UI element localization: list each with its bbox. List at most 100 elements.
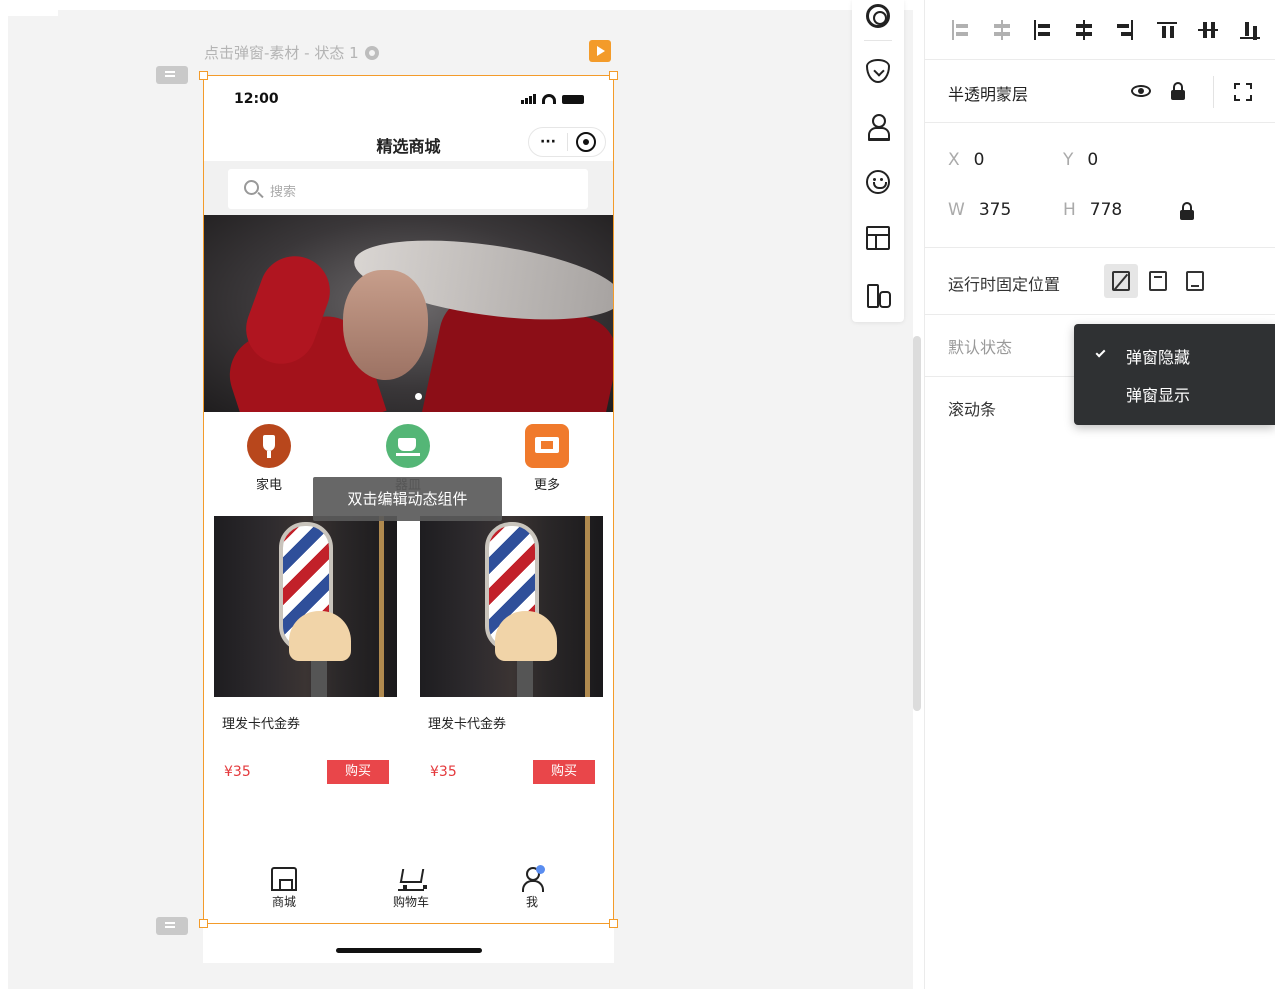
product-image [420,516,603,697]
category-label: 家电 [255,478,282,493]
component-tool-icon[interactable] [866,59,890,83]
pin-none-button[interactable] [1104,264,1138,298]
search-bar: 搜索 [203,161,614,215]
search-placeholder: 搜索 [270,185,297,200]
layout-tool-icon[interactable] [866,226,890,250]
canvas-corner [8,10,58,16]
fit-frame-icon[interactable] [1234,83,1252,101]
align-middle-icon[interactable] [1198,20,1218,40]
frame-title[interactable]: 点击弹窗-素材 - 状态 1 [204,42,379,63]
distribute-horizontal-icon[interactable] [992,20,1012,40]
gear-icon[interactable] [364,45,379,60]
banner-image[interactable] [203,215,614,412]
plug-icon [247,424,291,468]
geometry-section: X0 Y0 W 375 H 778 [925,123,1275,248]
canvas-scrollbar[interactable] [913,336,921,711]
hotspot-tool-icon[interactable] [866,4,890,28]
default-state-label: 默认状态 [948,338,1013,357]
buy-button[interactable]: 购买 [327,760,389,784]
fixed-position-label: 运行时固定位置 [948,275,1061,294]
resize-handle-br[interactable] [609,919,618,928]
search-icon [244,180,259,195]
y-field[interactable]: Y0 [1063,150,1098,170]
properties-panel: 半透明蒙层 X0 Y0 W 375 H 778 运行时固定位置 默认状态 滚动条 [924,0,1275,989]
default-state-dropdown[interactable]: 弹窗隐藏 弹窗显示 [1074,324,1275,425]
pin-bottom-button[interactable] [1178,264,1212,298]
home-indicator [336,948,482,953]
align-right-icon[interactable] [1115,20,1135,40]
frame-title-text: 点击弹窗-素材 - 状态 1 [204,44,359,62]
frame-handle-bottom[interactable] [156,917,188,935]
capsule-divider [567,133,568,151]
tab-store[interactable]: 商城 [249,867,319,910]
component-toolbar [852,0,904,322]
height-value: 778 [1089,200,1123,220]
product-price: ¥35 [430,764,457,780]
more-icon [525,424,569,468]
align-top-icon[interactable] [1157,20,1177,40]
align-bottom-icon[interactable] [1240,20,1260,40]
resize-handle-bl[interactable] [199,919,208,928]
cart-icon [398,867,427,891]
lock-icon[interactable] [1171,82,1185,100]
scrollbar-label: 滚动条 [948,400,997,419]
category-appliance[interactable]: 家电 [239,424,299,493]
aspect-lock-icon[interactable] [1180,202,1194,220]
canvas-top-strip [8,0,913,10]
category-label: 更多 [533,478,560,493]
product-footer: ¥35 购买 [214,760,397,786]
align-center-icon[interactable] [1074,20,1094,40]
category-more[interactable]: 更多 [517,424,577,493]
status-time: 12:00 [234,91,279,107]
divider [1213,76,1214,108]
pin-top-button[interactable] [1141,264,1175,298]
close-target-icon[interactable] [576,132,596,152]
banner-indicator-dot[interactable] [415,393,422,400]
nav-bar: 精选商城 ··· [203,121,614,161]
distribute-vertical-icon[interactable] [950,20,970,40]
person-icon [519,865,545,892]
product-name: 理发卡代金券 [222,717,301,732]
mini-program-capsule[interactable]: ··· [528,127,606,157]
chart-tool-icon[interactable] [866,282,891,308]
product-card[interactable]: 理发卡代金券 ¥35 购买 [214,516,397,798]
preview-play-button[interactable] [589,40,611,62]
store-icon [271,867,297,891]
emoji-tool-icon[interactable] [866,170,890,194]
frame-handle-top[interactable] [156,66,188,84]
signal-icon [521,94,536,104]
tab-cart[interactable]: 购物车 [376,867,446,910]
width-field[interactable]: W 375 [948,200,1011,220]
resize-handle-tl[interactable] [199,71,208,80]
search-input[interactable]: 搜索 [228,169,588,209]
align-left-icon[interactable] [1032,20,1052,40]
buy-button[interactable]: 购买 [533,760,595,784]
y-value: 0 [1087,150,1099,170]
dropdown-option-shown[interactable]: 弹窗显示 [1126,382,1190,406]
tab-label: 我 [525,895,538,909]
dropdown-option-hidden[interactable]: 弹窗隐藏 [1126,344,1190,368]
tab-label: 商城 [271,895,296,909]
toolbar-divider [864,40,892,41]
resize-handle-tr[interactable] [609,71,618,80]
width-value: 375 [978,200,1012,220]
battery-icon [562,95,584,104]
product-footer: ¥35 购买 [420,760,603,786]
eye-icon[interactable] [1131,85,1151,97]
status-icons [521,94,584,104]
more-dots-icon[interactable]: ··· [529,132,567,152]
dynamic-panel-tooltip: 双击编辑动态组件 [313,477,502,521]
banner-shape [343,270,428,380]
product-card[interactable]: 理发卡代金券 ¥35 购买 [420,516,603,798]
height-field[interactable]: H 778 [1063,200,1122,220]
x-value: 0 [973,150,985,170]
tab-me[interactable]: 我 [497,865,567,910]
user-tool-icon[interactable] [866,114,890,141]
layer-name[interactable]: 半透明蒙层 [948,81,1028,105]
align-toolbar [925,0,1275,60]
tab-label: 购物车 [392,895,429,909]
x-field[interactable]: X0 [948,150,984,170]
product-price: ¥35 [224,764,251,780]
wifi-icon [542,94,556,104]
status-bar: 12:00 [203,75,614,121]
